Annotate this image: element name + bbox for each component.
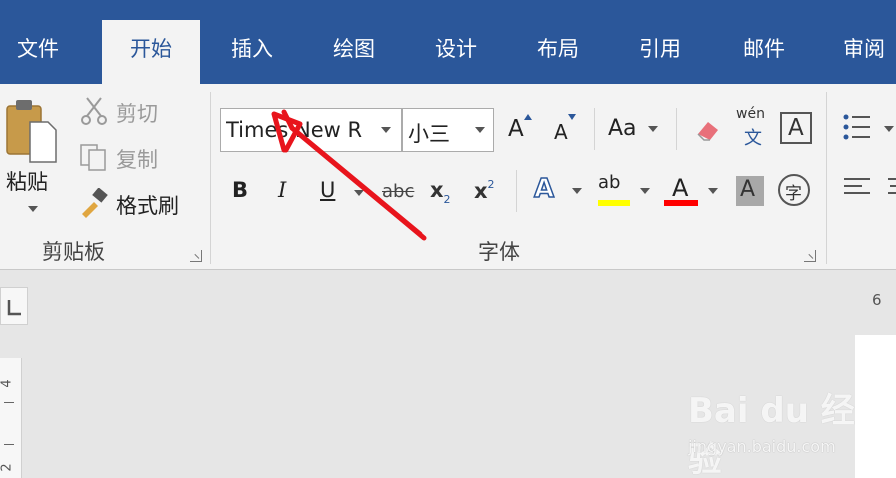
superscript-digit: 2: [487, 178, 495, 191]
font-name-value[interactable]: Times New R: [226, 118, 374, 142]
char-shading-label: A: [740, 177, 756, 202]
text-effects-button[interactable]: A: [533, 173, 555, 205]
group-separator: [210, 92, 211, 264]
subscript-base: x: [430, 178, 444, 202]
subscript-digit: 2: [443, 193, 451, 206]
tab-draw[interactable]: 绘图: [312, 20, 396, 84]
subscript-button[interactable]: x2: [430, 178, 451, 206]
italic-button[interactable]: I: [278, 178, 286, 202]
font-size-combobox[interactable]: 小三: [402, 108, 494, 152]
font-size-dropdown[interactable]: [475, 127, 485, 133]
ribbon-tab-bar: 文件 开始 插入 绘图 设计 布局 引用 邮件 审阅: [0, 0, 896, 84]
watermark: Bai du 经验 jingyan.baidu.com: [688, 383, 858, 478]
tab-mailings[interactable]: 邮件: [722, 20, 806, 84]
underline-dropdown[interactable]: [354, 190, 364, 196]
bold-button[interactable]: B: [232, 178, 248, 202]
enclose-characters-label: 字: [785, 184, 802, 204]
vertical-ruler-mark: 2: [0, 463, 15, 472]
paste-label[interactable]: 粘贴: [6, 166, 48, 196]
superscript-button[interactable]: x2: [474, 178, 495, 203]
tab-home[interactable]: 开始: [102, 20, 200, 84]
vertical-ruler: 4 2: [0, 358, 22, 478]
ruler-tick: [4, 444, 14, 445]
caret-down-icon: [568, 114, 576, 120]
font-size-value[interactable]: 小三: [408, 118, 450, 148]
bullets-dropdown[interactable]: [884, 126, 894, 132]
enclose-characters-button[interactable]: 字: [778, 174, 810, 206]
char-border-label: A: [788, 115, 804, 141]
tab-design[interactable]: 设计: [414, 20, 498, 84]
font-group-label: 字体: [478, 240, 520, 264]
cut-label[interactable]: 剪切: [116, 98, 158, 128]
divider: [676, 108, 677, 150]
scissors-icon[interactable]: [80, 96, 108, 126]
ribbon: 粘贴 剪切 复制 格式刷 剪贴板 Times New R 小三 A A Aa w…: [0, 84, 896, 270]
char-shading-button[interactable]: A: [736, 176, 764, 206]
highlight-button[interactable]: ab: [598, 172, 620, 193]
paste-dropdown[interactable]: [28, 206, 38, 212]
group-separator: [826, 92, 827, 264]
horizontal-ruler-mark: 6: [872, 291, 882, 309]
font-dialog-launcher[interactable]: [804, 250, 816, 262]
superscript-base: x: [474, 179, 488, 203]
font-color-button[interactable]: A: [672, 174, 688, 202]
tab-references[interactable]: 引用: [618, 20, 702, 84]
clipboard-dialog-launcher[interactable]: [190, 250, 202, 262]
strikethrough-button[interactable]: abc: [382, 181, 414, 202]
text-effects-dropdown[interactable]: [572, 188, 582, 194]
ruler-tick: [4, 402, 14, 403]
vertical-ruler-mark: 4: [0, 379, 15, 388]
tab-selector[interactable]: [0, 287, 28, 325]
paste-icon[interactable]: [4, 98, 60, 166]
highlight-color-swatch: [598, 200, 630, 206]
font-name-dropdown[interactable]: [381, 127, 391, 133]
tab-review[interactable]: 审阅: [826, 20, 896, 84]
bullets-icon[interactable]: [842, 112, 872, 142]
char-border-button[interactable]: A: [780, 112, 812, 144]
change-case-dropdown[interactable]: [648, 126, 658, 132]
copy-label[interactable]: 复制: [116, 144, 158, 174]
tab-layout[interactable]: 布局: [516, 20, 600, 84]
watermark-url: jingyan.baidu.com: [688, 437, 836, 456]
document-page[interactable]: [855, 335, 896, 478]
shrink-font-button[interactable]: A: [554, 120, 568, 144]
copy-icon[interactable]: [78, 142, 108, 172]
phonetic-guide-top[interactable]: wén: [736, 106, 765, 122]
font-name-combobox[interactable]: Times New R: [220, 108, 402, 152]
highlight-dropdown[interactable]: [640, 188, 650, 194]
change-case-button[interactable]: Aa: [608, 116, 637, 141]
font-color-swatch: [664, 200, 698, 206]
clipboard-group-label: 剪贴板: [42, 240, 105, 264]
watermark-brand: Bai du 经验: [688, 391, 855, 478]
align-left-icon[interactable]: [842, 176, 872, 200]
clear-formatting-icon[interactable]: [692, 112, 724, 144]
tab-insert[interactable]: 插入: [210, 20, 294, 84]
caret-up-icon: [524, 114, 532, 120]
divider: [516, 170, 517, 212]
underline-button[interactable]: U: [320, 178, 335, 202]
format-painter-icon[interactable]: [78, 188, 110, 218]
tab-file[interactable]: 文件: [0, 20, 76, 84]
format-painter-label[interactable]: 格式刷: [116, 190, 179, 220]
font-color-dropdown[interactable]: [708, 188, 718, 194]
divider: [594, 108, 595, 150]
align-center-icon[interactable]: [884, 176, 896, 200]
grow-font-button[interactable]: A: [508, 116, 524, 142]
phonetic-guide-button[interactable]: 文: [744, 124, 762, 150]
